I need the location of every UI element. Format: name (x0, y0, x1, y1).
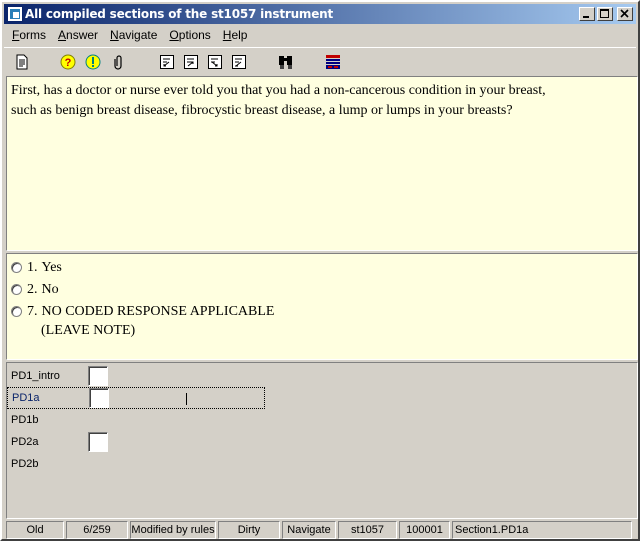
layout-icon (326, 55, 340, 69)
radio-no-coded-response[interactable] (11, 306, 22, 317)
status-dirty: Dirty (218, 521, 280, 539)
field-label: PD2b (11, 458, 39, 470)
nav-first-button[interactable] (159, 54, 175, 70)
field-row-pd1a[interactable]: PD1a (7, 387, 265, 409)
answer-option-yes[interactable]: 1. Yes (10, 258, 634, 278)
option-number: 2. (27, 282, 38, 297)
menu-options-rest: ptions (178, 28, 211, 42)
nav-prev-icon (184, 55, 198, 69)
attach-button[interactable] (111, 54, 127, 70)
layout-button[interactable] (325, 54, 341, 70)
field-row-pd1-intro[interactable]: PD1_intro (7, 365, 117, 387)
text-caret (186, 393, 187, 405)
field-label: PD1_intro (11, 370, 60, 382)
nav-first-icon (160, 55, 174, 69)
option-label: NO CODED RESPONSE APPLICABLE (41, 304, 275, 319)
status-field-path: Section1.PD1a (452, 521, 632, 539)
maximize-button[interactable] (597, 7, 613, 21)
menu-forms-rest: orms (19, 28, 47, 42)
field-label: PD1a (12, 392, 40, 404)
status-instrument: st1057 (338, 521, 397, 539)
nav-last-button[interactable] (231, 54, 247, 70)
paperclip-icon (114, 55, 122, 70)
field-input-pd1-intro[interactable] (88, 366, 108, 386)
menu-forms[interactable]: Forms (6, 28, 52, 42)
question-pane: First, has a doctor or nurse ever told y… (6, 76, 638, 251)
menu-bar: Forms Answer Navigate Options Help (6, 26, 253, 44)
radio-yes[interactable] (11, 262, 22, 273)
app-icon[interactable] (7, 6, 23, 22)
option-continuation: (LEAVE NOTE) (41, 323, 136, 338)
status-position: 6/259 (66, 521, 128, 539)
option-number: 7. (27, 304, 38, 319)
menu-options[interactable]: Options (163, 28, 216, 42)
title-bar[interactable]: All compiled sections of the st1057 inst… (4, 4, 636, 24)
exclamation-icon (85, 54, 101, 70)
menu-navigate-accel: N (110, 28, 119, 42)
form-pane: PD1_intro PD1a PD1b PD2a PD2b (6, 362, 638, 519)
toolbar: ? (4, 47, 636, 75)
help-button[interactable]: ? (60, 54, 76, 70)
option-label: No (41, 282, 59, 297)
answer-option-no[interactable]: 2. No (10, 280, 634, 300)
menu-help[interactable]: Help (217, 28, 254, 42)
field-input-pd2a[interactable] (88, 432, 108, 452)
field-row-pd2a[interactable]: PD2a (7, 431, 117, 453)
radio-no[interactable] (11, 284, 22, 295)
window-title: All compiled sections of the st1057 inst… (25, 7, 334, 21)
status-bar: Old 6/259 Modified by rules Dirty Naviga… (6, 521, 636, 539)
option-label: Yes (41, 260, 62, 275)
application-window: All compiled sections of the st1057 inst… (0, 0, 640, 541)
option-number: 1. (27, 260, 38, 275)
status-mode: Navigate (282, 521, 336, 539)
field-label: PD1b (11, 414, 39, 426)
document-button[interactable] (14, 54, 30, 70)
document-icon (16, 54, 28, 70)
maximize-icon (600, 9, 609, 18)
question-line-2: such as benign breast disease, fibrocyst… (11, 103, 513, 118)
nav-next-button[interactable] (207, 54, 223, 70)
window-controls (579, 7, 633, 21)
answer-pane: 1. Yes 2. No 7. NO CODED RESPONSE APPLIC… (6, 253, 638, 360)
nav-last-icon (232, 55, 246, 69)
help-question-icon: ? (60, 54, 76, 70)
alert-button[interactable] (85, 54, 101, 70)
menu-help-rest: elp (231, 28, 248, 42)
status-case-id: 100001 (399, 521, 450, 539)
find-button[interactable] (278, 54, 294, 70)
menu-answer[interactable]: Answer (52, 28, 104, 42)
status-modified: Modified by rules (130, 521, 216, 539)
field-row-pd2b[interactable]: PD2b (7, 453, 117, 475)
minimize-icon (583, 16, 589, 18)
field-label: PD2a (11, 436, 39, 448)
menu-answer-accel: A (58, 28, 67, 42)
svg-text:?: ? (65, 57, 72, 69)
minimize-button[interactable] (579, 7, 595, 21)
menu-answer-rest: nswer (66, 28, 99, 42)
close-button[interactable] (617, 7, 633, 21)
field-row-pd1b[interactable]: PD1b (7, 409, 117, 431)
menu-options-accel: O (169, 28, 179, 42)
field-input-pd1a[interactable] (89, 388, 187, 408)
status-record-state: Old (6, 521, 64, 539)
question-line-1: First, has a doctor or nurse ever told y… (11, 83, 546, 98)
nav-next-icon (208, 55, 222, 69)
nav-prev-button[interactable] (183, 54, 199, 70)
close-icon (620, 9, 629, 18)
menu-navigate[interactable]: Navigate (104, 28, 163, 42)
answer-option-no-coded-response[interactable]: 7. NO CODED RESPONSE APPLICABLE (10, 302, 634, 322)
find-binoculars-icon (279, 56, 292, 69)
menu-navigate-rest: avigate (118, 28, 158, 42)
